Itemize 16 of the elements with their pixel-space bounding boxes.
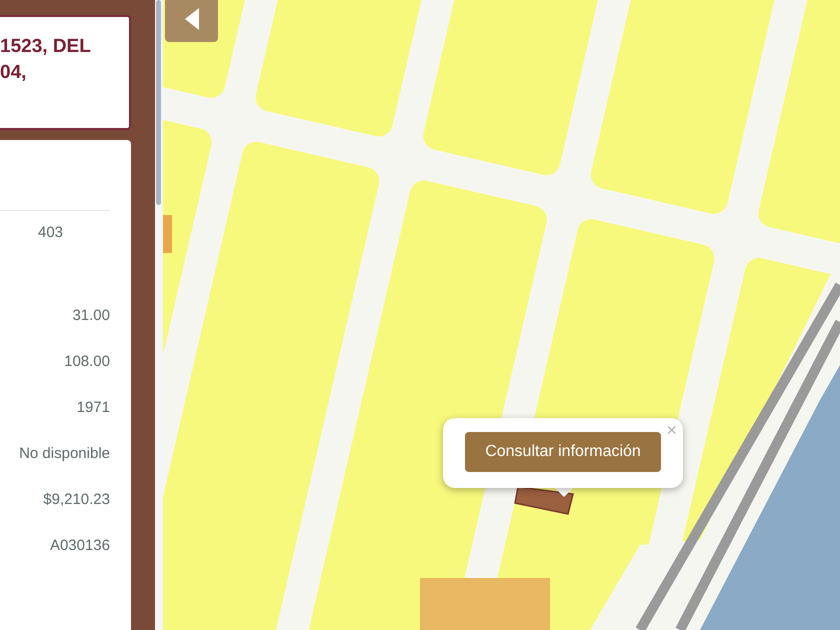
info-value: A030136 xyxy=(48,536,111,556)
info-value: 108.00 xyxy=(63,352,111,372)
address-title: 04, xyxy=(0,61,28,85)
info-value: No disponible xyxy=(18,444,111,464)
info-value: 403 xyxy=(37,223,64,243)
collapse-button[interactable] xyxy=(165,0,218,42)
parcel-shape[interactable] xyxy=(514,486,574,515)
address-title: 1523, DEL xyxy=(0,35,92,59)
info-value: 31.00 xyxy=(71,306,111,326)
scrollbar-thumb[interactable] xyxy=(156,0,161,205)
scrollbar[interactable] xyxy=(155,0,163,630)
info-value: 1971 xyxy=(76,398,111,418)
triangle-left-icon xyxy=(184,8,198,30)
info-button[interactable]: Consultar información xyxy=(465,432,661,472)
info-value: $9,210.23 xyxy=(42,490,111,510)
close-button[interactable]: × xyxy=(666,420,677,440)
